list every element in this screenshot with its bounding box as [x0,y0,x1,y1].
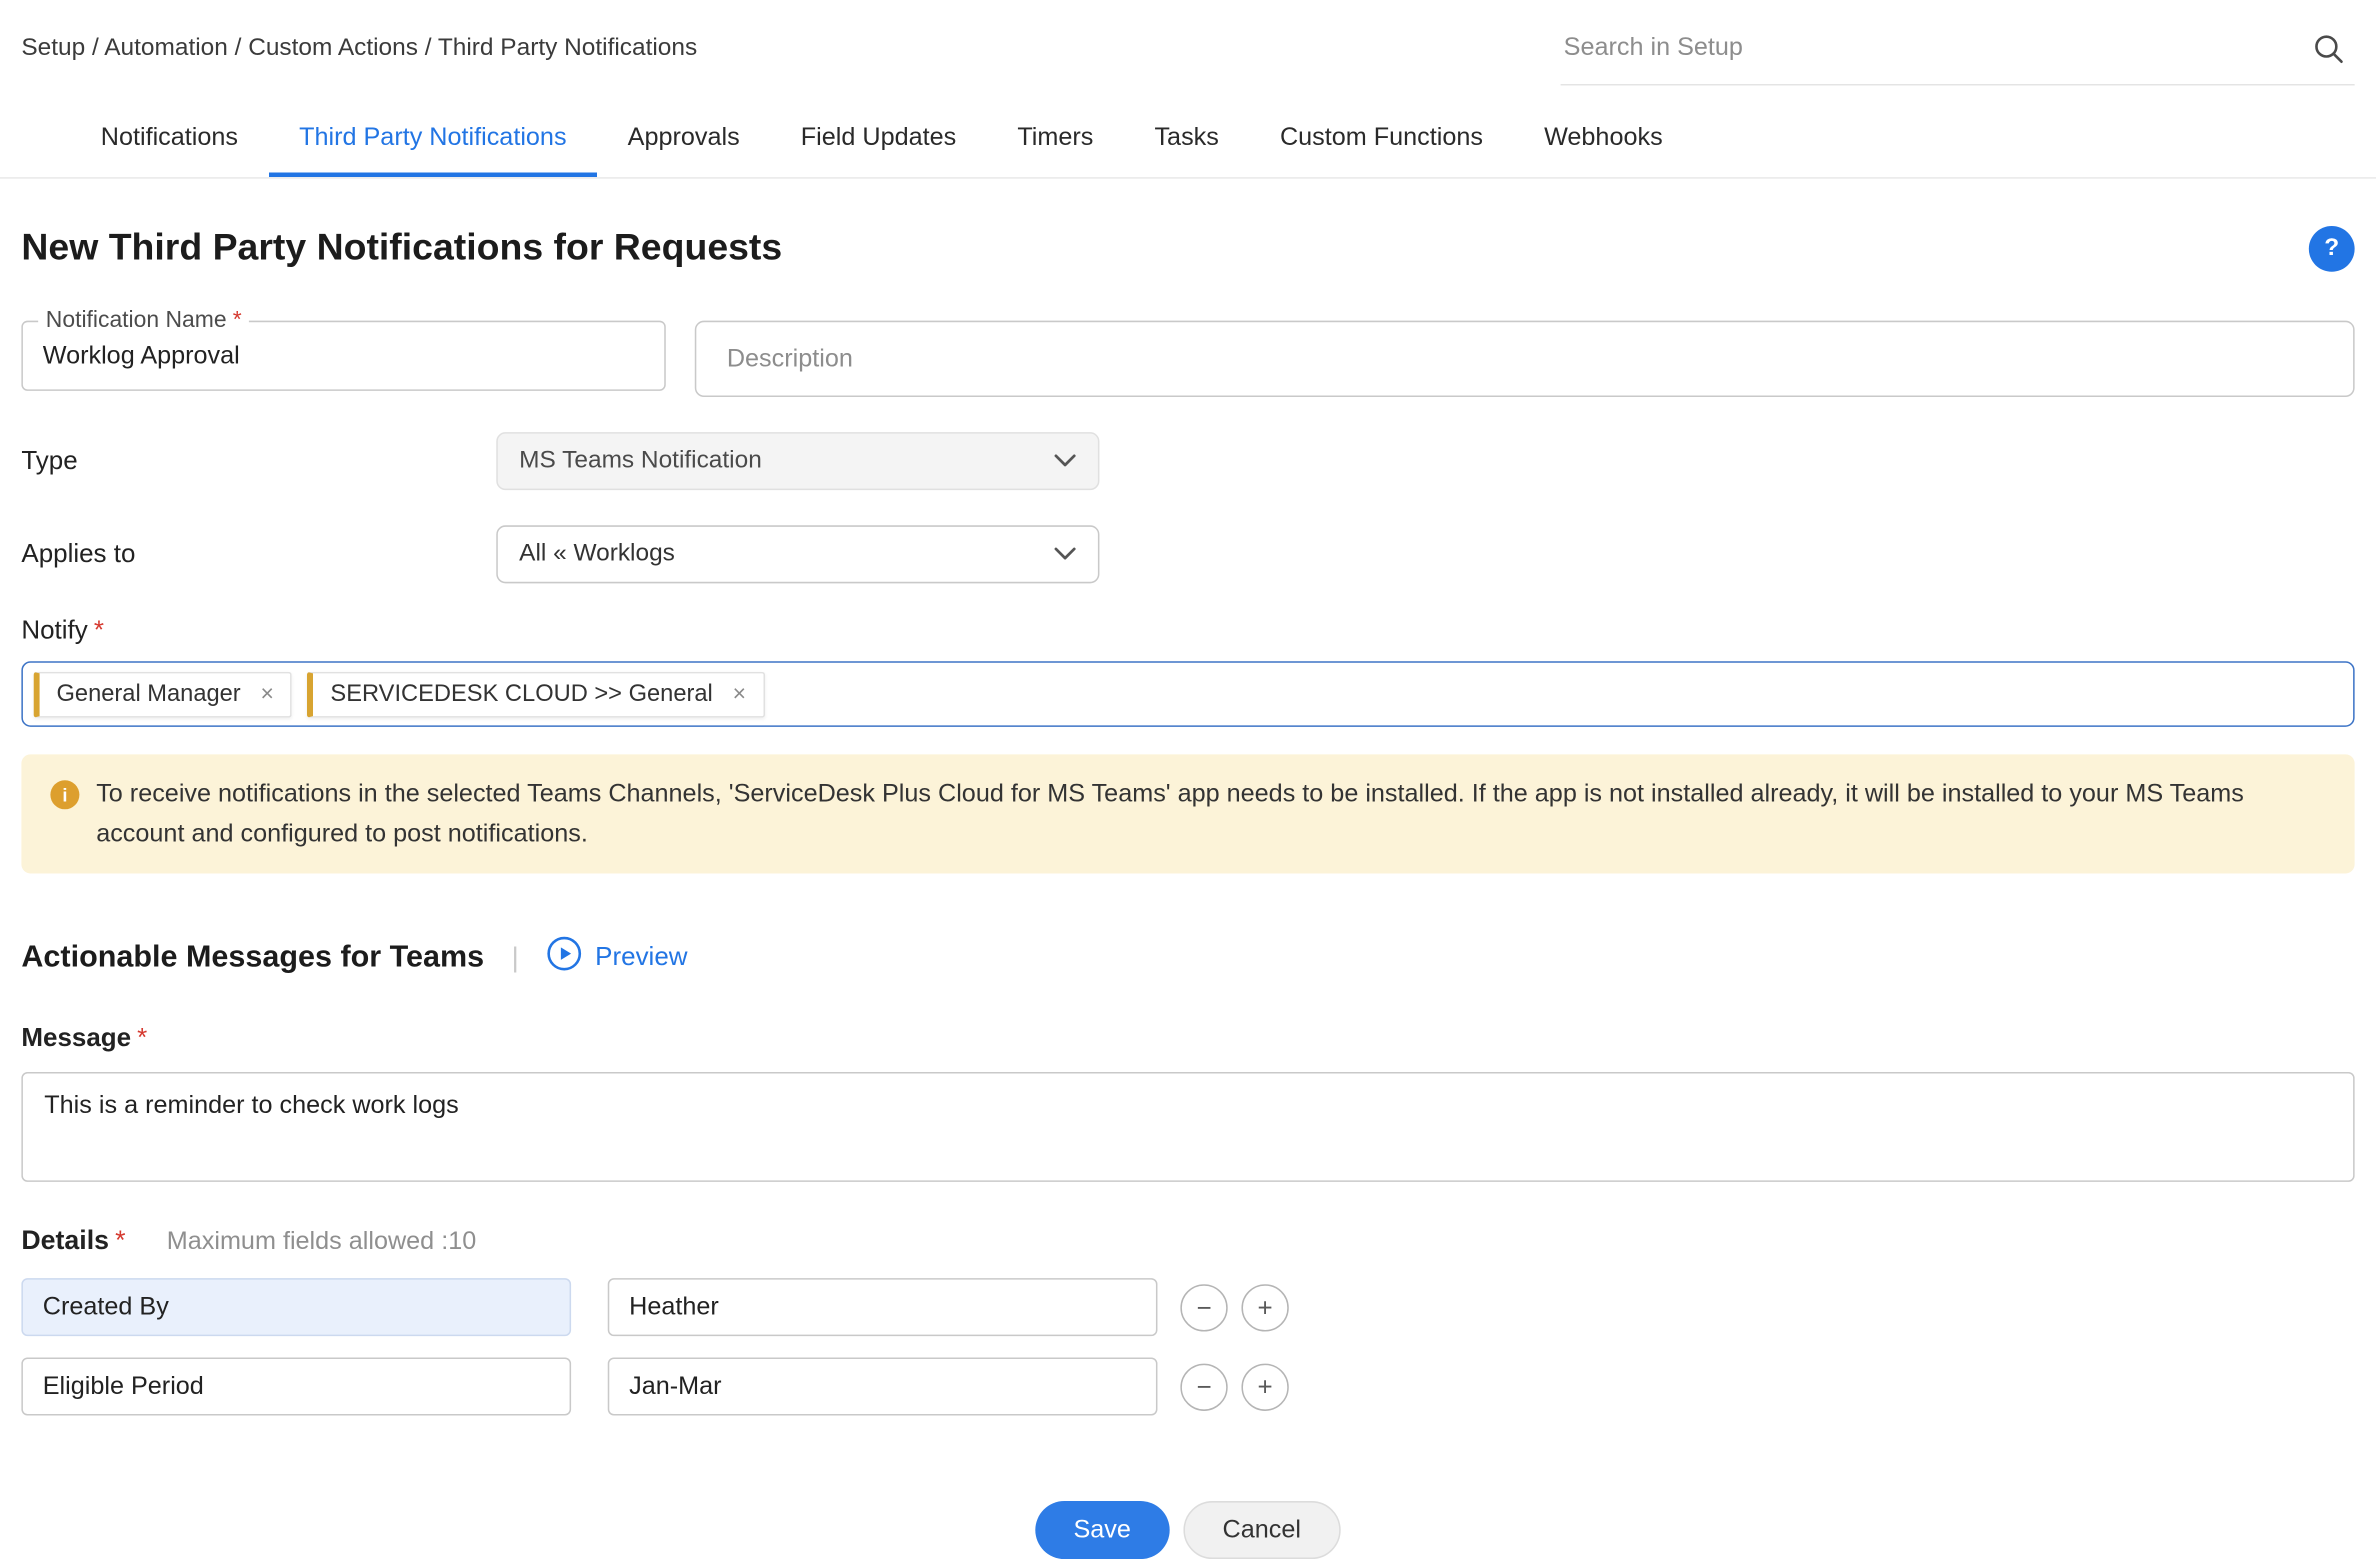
notify-label-text: Notify [21,615,87,644]
page-title: New Third Party Notifications for Reques… [21,228,782,271]
message-textarea[interactable]: This is a reminder to check work logs [21,1072,2354,1182]
add-field-button[interactable]: + [1241,1283,1288,1330]
notify-label: Notify* [21,615,2354,646]
tab-field-updates[interactable]: Field Updates [770,98,987,177]
tab-third-party-notifications[interactable]: Third Party Notifications [269,98,598,177]
chip-label: General Manager [56,680,240,707]
chevron-down-icon [1054,541,1077,568]
remove-field-button[interactable]: − [1180,1283,1227,1330]
info-icon: i [50,780,79,809]
search-icon[interactable] [2306,25,2352,71]
details-label: Details* [21,1225,125,1257]
notify-input[interactable]: General Manager × SERVICEDESK CLOUD >> G… [21,661,2354,727]
preview-link[interactable]: Preview [546,936,687,979]
main-content: New Third Party Notifications for Reques… [0,226,2376,1559]
notification-name-label: Notification Name* [38,307,249,333]
required-marker: * [94,615,104,644]
form-actions: Save Cancel [21,1501,2354,1559]
type-select[interactable]: MS Teams Notification [496,432,1099,490]
description-input[interactable] [695,321,2355,397]
save-button[interactable]: Save [1035,1501,1169,1559]
search-input[interactable] [1564,34,2306,63]
message-label: Message* [21,1023,2354,1054]
detail-field-input[interactable] [21,1358,571,1416]
teams-install-banner: i To receive notifications in the select… [21,754,2354,873]
header: Setup / Automation / Custom Actions / Th… [0,0,2376,98]
tab-notifications[interactable]: Notifications [70,98,268,177]
tab-custom-functions[interactable]: Custom Functions [1249,98,1513,177]
play-icon [546,936,581,979]
preview-label: Preview [595,942,687,973]
name-description-row: Notification Name* [21,321,2354,397]
required-marker: * [137,1023,147,1052]
type-label: Type [21,446,496,477]
close-icon[interactable]: × [261,683,274,706]
add-field-button[interactable]: + [1241,1363,1288,1410]
setup-search [1561,12,2355,85]
breadcrumb[interactable]: Setup / Automation / Custom Actions / Th… [21,35,697,62]
detail-row: − + [21,1358,2354,1416]
banner-text: To receive notifications in the selected… [96,774,2325,853]
details-hint: Maximum fields allowed :10 [167,1228,476,1257]
applies-to-label: Applies to [21,539,496,570]
tab-bar: Notifications Third Party Notifications … [0,98,2376,179]
details-header: Details* Maximum fields allowed :10 [21,1225,2354,1257]
type-select-value: MS Teams Notification [519,447,762,474]
notification-name-label-text: Notification Name [46,307,227,333]
notification-name-field: Notification Name* [21,321,665,391]
detail-value-input[interactable] [608,1358,1158,1416]
tab-approvals[interactable]: Approvals [597,98,770,177]
applies-to-select-value: All « Worklogs [519,541,675,568]
tab-timers[interactable]: Timers [987,98,1124,177]
tab-tasks[interactable]: Tasks [1124,98,1250,177]
chip-label: SERVICEDESK CLOUD >> General [330,680,712,707]
applies-to-row: Applies to All « Worklogs [21,525,2354,583]
actionable-messages-section: Actionable Messages for Teams | Preview [21,936,2354,979]
title-row: New Third Party Notifications for Reques… [21,226,2354,272]
details-label-text: Details [21,1225,109,1256]
chevron-down-icon [1054,447,1077,474]
help-icon[interactable]: ? [2309,226,2355,272]
setup-page: Setup / Automation / Custom Actions / Th… [0,0,2376,1512]
required-marker: * [115,1225,125,1256]
detail-value-input[interactable] [608,1278,1158,1336]
message-label-text: Message [21,1023,131,1052]
notify-chip: SERVICEDESK CLOUD >> General × [308,671,765,717]
section-title: Actionable Messages for Teams [21,940,484,975]
divider: | [512,941,519,973]
applies-to-select[interactable]: All « Worklogs [496,525,1099,583]
detail-row: − + [21,1278,2354,1336]
close-icon[interactable]: × [733,683,746,706]
cancel-button[interactable]: Cancel [1183,1501,1341,1559]
tab-webhooks[interactable]: Webhooks [1514,98,1694,177]
required-marker: * [233,307,242,333]
type-row: Type MS Teams Notification [21,432,2354,490]
remove-field-button[interactable]: − [1180,1363,1227,1410]
detail-field-input[interactable] [21,1278,571,1336]
notify-chip: General Manager × [34,671,293,717]
